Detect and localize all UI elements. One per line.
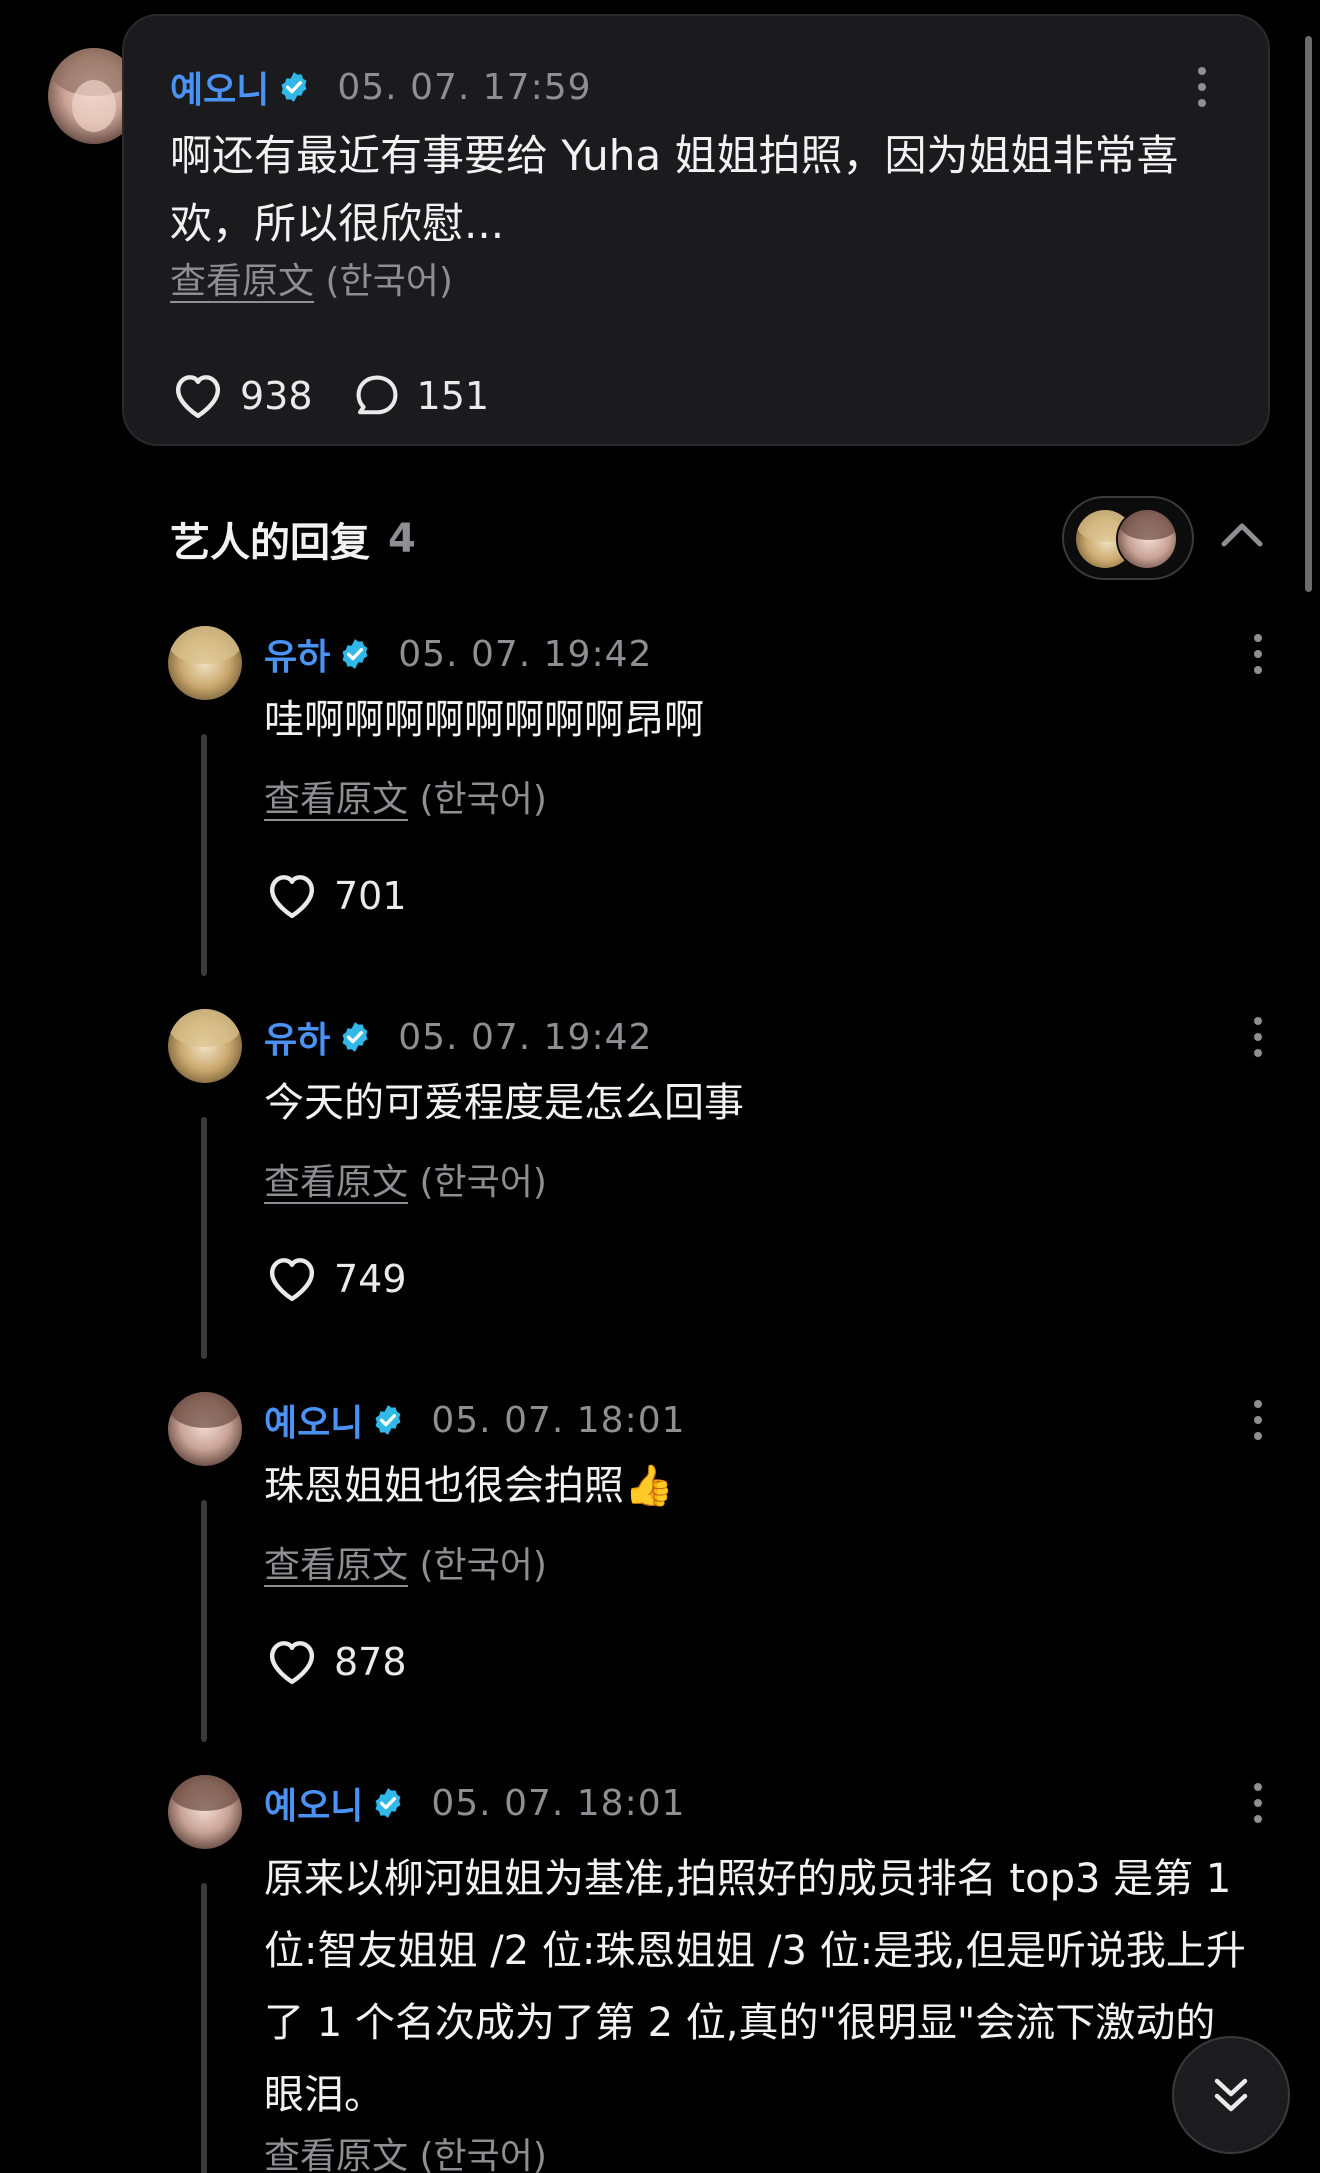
avatar[interactable] <box>168 1392 242 1466</box>
verified-icon <box>277 70 311 104</box>
original-language: (한국어) <box>419 779 547 820</box>
author-name[interactable]: 예오니 <box>170 61 269 113</box>
view-original-link[interactable]: 查看原文 <box>264 1162 408 1203</box>
replies-count: 4 <box>388 516 416 562</box>
view-original-link[interactable]: 查看原文 <box>264 779 408 820</box>
chevron-up-icon[interactable] <box>1214 508 1270 564</box>
thread-line <box>201 1500 207 1742</box>
author-name[interactable]: 유하 <box>264 628 330 680</box>
reply-header: 예오니 05. 07. 18:01 <box>264 1775 686 1831</box>
heart-icon <box>170 368 226 424</box>
author-name[interactable]: 예오니 <box>264 1777 363 1829</box>
reply-text: 珠恩姐姐也很会拍照👍 <box>264 1463 674 1509</box>
post-header: 예오니 05. 07. 17:59 <box>170 56 592 118</box>
like-button[interactable]: 749 <box>264 1251 407 1307</box>
reply-header: 유하 05. 07. 19:42 <box>264 1009 652 1065</box>
comment-count: 151 <box>416 374 490 418</box>
verified-icon <box>338 637 372 671</box>
author-name[interactable]: 유하 <box>264 1011 330 1063</box>
avatar[interactable] <box>168 1775 242 1849</box>
verified-icon <box>371 1786 405 1820</box>
more-vertical-icon[interactable] <box>1194 56 1210 118</box>
more-vertical-icon[interactable] <box>1250 1009 1266 1065</box>
heart-icon <box>264 1251 320 1307</box>
timestamp: 05. 07. 18:01 <box>431 1399 686 1441</box>
view-original: 查看原文 (한국어) <box>264 770 547 822</box>
view-original-link[interactable]: 查看原文 <box>170 261 314 302</box>
heart-icon <box>264 868 320 924</box>
scroll-to-bottom-button[interactable] <box>1172 2036 1290 2154</box>
original-language: (한국어) <box>325 261 453 302</box>
view-original: 查看原文 (한국어) <box>264 1153 547 1205</box>
timestamp: 05. 07. 19:42 <box>398 1016 653 1058</box>
post-card: 예오니 05. 07. 17:59 啊还有最近有事要给 Yuha 姐姐拍照，因为… <box>122 14 1270 446</box>
like-button[interactable]: 878 <box>264 1634 407 1690</box>
reply-header: 예오니 05. 07. 18:01 <box>264 1392 686 1448</box>
timestamp: 05. 07. 18:01 <box>431 1782 686 1824</box>
post-text: 啊还有最近有事要给 Yuha 姐姐拍照，因为姐姐非常喜欢，所以很欣慰... <box>170 131 1179 248</box>
timestamp: 05. 07. 19:42 <box>398 633 653 675</box>
comment-button[interactable]: 151 <box>351 370 490 422</box>
thread-line <box>201 734 207 976</box>
like-button[interactable]: 938 <box>170 368 313 424</box>
reply-text: 原来以柳河姐姐为基准,拍照好的成员排名 top3 是第 1 位:智友姐姐 /2 … <box>264 1856 1246 2118</box>
avatar[interactable] <box>168 626 242 700</box>
comment-icon <box>351 370 403 422</box>
avatar[interactable] <box>168 1009 242 1083</box>
like-count: 938 <box>240 374 313 418</box>
replier-avatars[interactable] <box>1062 496 1194 580</box>
view-original: 查看原文 (한국어) <box>264 2127 547 2173</box>
timestamp: 05. 07. 17:59 <box>337 66 592 108</box>
reply-text: 哇啊啊啊啊啊啊啊啊昂啊 <box>264 697 704 743</box>
more-vertical-icon[interactable] <box>1250 1775 1266 1831</box>
verified-icon <box>338 1020 372 1054</box>
original-language: (한국어) <box>419 2136 547 2173</box>
reply-text: 今天的可爱程度是怎么回事 <box>264 1080 744 1126</box>
scrollbar[interactable] <box>1305 36 1312 592</box>
double-chevron-down-icon <box>1214 2078 1248 2112</box>
thread-line <box>201 1117 207 1359</box>
thread-line <box>201 1883 207 2173</box>
more-vertical-icon[interactable] <box>1250 626 1266 682</box>
view-original: 查看原文 (한국어) <box>264 1536 547 1588</box>
view-original-link[interactable]: 查看原文 <box>264 1545 408 1586</box>
verified-icon <box>371 1403 405 1437</box>
more-vertical-icon[interactable] <box>1250 1392 1266 1448</box>
view-original: 查看原文 (한국어) <box>170 252 453 304</box>
like-count: 878 <box>334 1640 407 1684</box>
reply-header: 유하 05. 07. 19:42 <box>264 626 652 682</box>
author-name[interactable]: 예오니 <box>264 1394 363 1446</box>
like-button[interactable]: 701 <box>264 868 407 924</box>
heart-icon <box>264 1634 320 1690</box>
like-count: 701 <box>334 874 407 918</box>
view-original-link[interactable]: 查看原文 <box>264 2136 408 2173</box>
avatar <box>1116 508 1178 570</box>
replies-title: 艺人的回复 <box>170 520 370 566</box>
original-language: (한국어) <box>419 1162 547 1203</box>
replies-header: 艺人的回复 4 <box>170 506 416 572</box>
like-count: 749 <box>334 1257 407 1301</box>
post-stats: 938 151 <box>170 362 527 430</box>
original-language: (한국어) <box>419 1545 547 1586</box>
